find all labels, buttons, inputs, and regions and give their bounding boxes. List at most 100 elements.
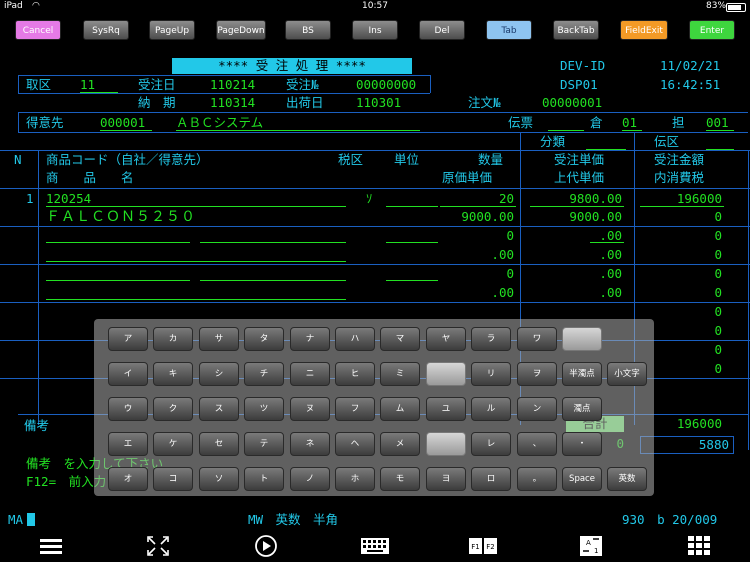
key-Space[interactable]: Space <box>562 467 602 491</box>
key-ト[interactable]: ト <box>244 467 284 491</box>
key-ヨ[interactable]: ヨ <box>426 467 466 491</box>
key-ロ[interactable]: ロ <box>471 467 511 491</box>
key-タ[interactable]: タ <box>244 327 284 351</box>
key-キ[interactable]: キ <box>153 362 193 386</box>
line-1-name[interactable]: ＦＡＬＣＯＮ５２５０ <box>46 209 196 225</box>
line-3-price[interactable]: .00 <box>530 266 622 282</box>
key-ヲ[interactable]: ヲ <box>517 362 557 386</box>
key-メ[interactable]: メ <box>380 432 420 456</box>
key-オ[interactable]: オ <box>108 467 148 491</box>
juchubi-field[interactable]: 110214 <box>210 77 255 93</box>
line-3-qty[interactable]: 0 <box>440 266 514 282</box>
line-3-retail[interactable]: .00 <box>530 285 622 301</box>
torikubun-field[interactable]: 11 <box>80 77 95 93</box>
input-mode-icon[interactable]: A1 <box>578 534 604 558</box>
line-1-zeiku[interactable]: ｿ <box>366 191 372 207</box>
noki-field[interactable]: 110314 <box>210 95 255 111</box>
line-1-retail[interactable]: 9000.00 <box>530 209 622 225</box>
key-コ[interactable]: コ <box>153 467 193 491</box>
key-半濁点[interactable]: 半濁点 <box>562 362 602 386</box>
cancel-button[interactable]: Cancel <box>15 20 61 40</box>
key-ユ[interactable]: ユ <box>426 397 466 421</box>
fullscreen-icon[interactable] <box>145 534 171 558</box>
key-、[interactable]: 、 <box>517 432 557 456</box>
key-ヌ[interactable]: ヌ <box>290 397 330 421</box>
key-イ[interactable]: イ <box>108 362 148 386</box>
key-ル[interactable]: ル <box>471 397 511 421</box>
key-サ[interactable]: サ <box>199 327 239 351</box>
key-ワ[interactable]: ワ <box>517 327 557 351</box>
key-モ[interactable]: モ <box>380 467 420 491</box>
key-。[interactable]: 。 <box>517 467 557 491</box>
key-チ[interactable]: チ <box>244 362 284 386</box>
pageup-button[interactable]: PageUp <box>149 20 195 40</box>
key-テ[interactable]: テ <box>244 432 284 456</box>
key-ア[interactable]: ア <box>108 327 148 351</box>
line-1-cost[interactable]: 9000.00 <box>440 209 514 225</box>
key-ソ[interactable]: ソ <box>199 467 239 491</box>
line-3-cost[interactable]: .00 <box>440 285 514 301</box>
key-ラ[interactable]: ラ <box>471 327 511 351</box>
shukka-field[interactable]: 110301 <box>356 95 401 111</box>
col-tani: 単位 <box>394 152 420 167</box>
backtab-button[interactable]: BackTab <box>553 20 599 40</box>
key-blank[interactable] <box>426 362 466 386</box>
sysrq-button[interactable]: SysRq <box>83 20 129 40</box>
key-ス[interactable]: ス <box>199 397 239 421</box>
key-ミ[interactable]: ミ <box>380 362 420 386</box>
line-2-retail[interactable]: .00 <box>530 247 622 263</box>
key-ケ[interactable]: ケ <box>153 432 193 456</box>
key-セ[interactable]: セ <box>199 432 239 456</box>
key-ヘ[interactable]: ヘ <box>335 432 375 456</box>
key-ヤ[interactable]: ヤ <box>426 327 466 351</box>
key-ハ[interactable]: ハ <box>335 327 375 351</box>
key-ヒ[interactable]: ヒ <box>335 362 375 386</box>
line-1-qty[interactable]: 20 <box>440 191 514 207</box>
bs-button[interactable]: BS <box>285 20 331 40</box>
del-button[interactable]: Del <box>419 20 465 40</box>
tokuisaki-code-field[interactable]: 000001 <box>100 115 145 131</box>
key-blank[interactable] <box>426 432 466 456</box>
key-マ[interactable]: マ <box>380 327 420 351</box>
key-フ[interactable]: フ <box>335 397 375 421</box>
grid-keypad-icon[interactable] <box>686 534 712 558</box>
key-ノ[interactable]: ノ <box>290 467 330 491</box>
key-英数[interactable]: 英数 <box>607 467 647 491</box>
key-濁点[interactable]: 濁点 <box>562 397 602 421</box>
tanto-field[interactable]: 001 <box>706 115 729 131</box>
key-・[interactable]: ・ <box>562 432 602 456</box>
key-小文字[interactable]: 小文字 <box>607 362 647 386</box>
juchuno-field[interactable]: 00000000 <box>356 77 416 93</box>
key-リ[interactable]: リ <box>471 362 511 386</box>
key-エ[interactable]: エ <box>108 432 148 456</box>
key-ム[interactable]: ム <box>380 397 420 421</box>
chumon-field[interactable]: 00000001 <box>542 95 602 111</box>
enter-button[interactable]: Enter <box>689 20 735 40</box>
play-icon[interactable] <box>253 534 279 558</box>
menu-icon[interactable] <box>38 534 64 558</box>
function-toolbar: Cancel SysRq PageUp PageDown BS Ins Del … <box>0 14 750 48</box>
key-ナ[interactable]: ナ <box>290 327 330 351</box>
fieldexit-button[interactable]: FieldExit <box>620 20 668 40</box>
line-1-code[interactable]: 120254 <box>46 191 91 207</box>
key-レ[interactable]: レ <box>471 432 511 456</box>
keyboard-icon[interactable] <box>360 534 390 558</box>
line-1-price[interactable]: 9800.00 <box>530 191 622 207</box>
kura-field[interactable]: 01 <box>622 115 637 131</box>
key-ニ[interactable]: ニ <box>290 362 330 386</box>
pagedown-button[interactable]: PageDown <box>216 20 266 40</box>
key-ホ[interactable]: ホ <box>335 467 375 491</box>
key-ク[interactable]: ク <box>153 397 193 421</box>
line-2-qty[interactable]: 0 <box>440 228 514 244</box>
key-ツ[interactable]: ツ <box>244 397 284 421</box>
key-ン[interactable]: ン <box>517 397 557 421</box>
ins-button[interactable]: Ins <box>352 20 398 40</box>
key-ウ[interactable]: ウ <box>108 397 148 421</box>
line-2-cost[interactable]: .00 <box>440 247 514 263</box>
tab-button[interactable]: Tab <box>486 20 532 40</box>
key-カ[interactable]: カ <box>153 327 193 351</box>
key-シ[interactable]: シ <box>199 362 239 386</box>
key-ネ[interactable]: ネ <box>290 432 330 456</box>
function-keys-icon[interactable]: F1 F2 <box>468 534 498 558</box>
key-blank[interactable] <box>562 327 602 351</box>
